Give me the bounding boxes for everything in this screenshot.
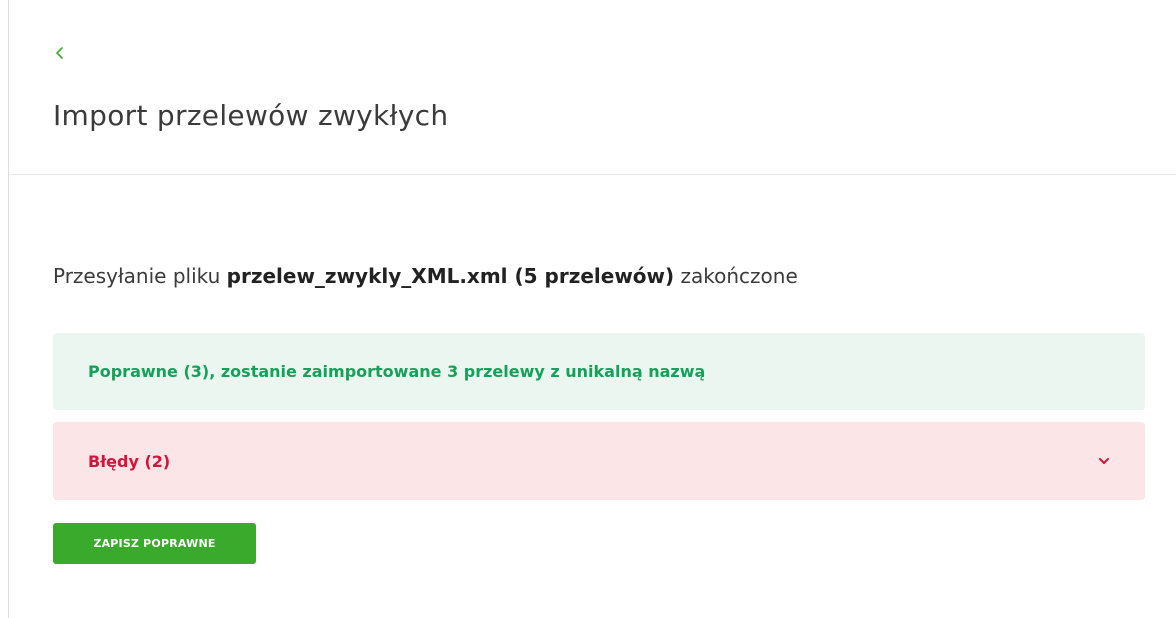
chevron-down-icon[interactable] xyxy=(1097,454,1111,468)
upload-status-prefix: Przesyłanie pliku xyxy=(53,264,221,288)
upload-status: Przesyłanie pliku przelew_zwykly_XML.xml… xyxy=(53,264,798,288)
success-message: Poprawne (3), zostanie zaimportowane 3 p… xyxy=(88,362,706,381)
upload-file-info: przelew_zwykly_XML.xml (5 przelewów) xyxy=(226,264,675,288)
left-border xyxy=(8,0,9,618)
upload-status-suffix: zakończone xyxy=(680,264,798,288)
header-divider xyxy=(9,174,1176,175)
page-title: Import przelewów zwykłych xyxy=(53,99,449,132)
back-button[interactable] xyxy=(52,44,68,64)
chevron-left-icon xyxy=(55,45,65,64)
save-correct-button[interactable]: ZAPISZ POPRAWNE xyxy=(53,523,256,564)
errors-accordion[interactable]: Błędy (2) xyxy=(53,422,1145,500)
errors-label: Błędy (2) xyxy=(88,451,171,471)
success-panel: Poprawne (3), zostanie zaimportowane 3 p… xyxy=(53,333,1145,410)
